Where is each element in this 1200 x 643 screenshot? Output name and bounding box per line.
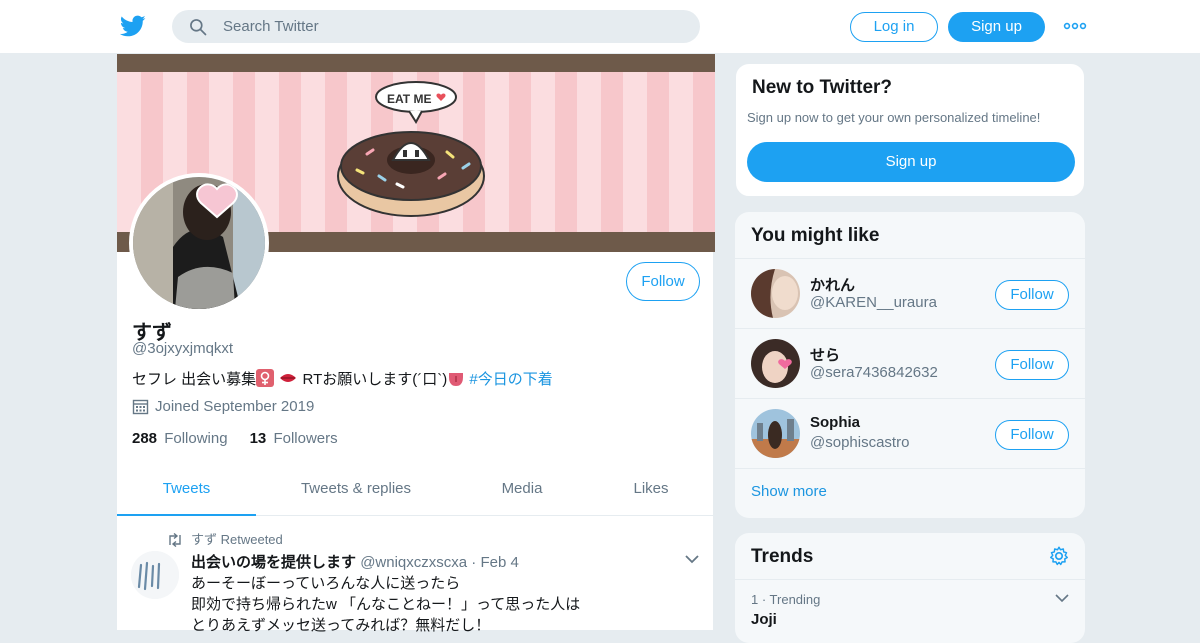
follow-button[interactable]: Follow [626,262,700,301]
suggestion-handle[interactable]: @sera7436842632 [810,364,938,381]
search-input[interactable]: Search Twitter [223,18,319,35]
suggestion-follow-button[interactable]: Follow [995,420,1069,450]
followers-count: 13 [249,430,267,447]
profile-handle[interactable]: @3ojxyxjmqkxt [132,340,233,357]
calendar-icon [132,399,149,415]
suggestion-follow-button[interactable]: Follow [995,280,1069,310]
tab-tweets-and-replies[interactable]: Tweets & replies [281,466,431,516]
tweet-item[interactable]: すず Retweeted 出会いの場を提供します @wniqxczxscxa ·… [117,517,715,634]
show-more-link[interactable]: Show more [751,483,827,500]
retweet-icon [169,533,181,547]
search-box[interactable]: Search Twitter [172,10,700,43]
tweet-text-line: とりあえずメッセ送ってみれば？無料だし！ [191,617,491,634]
suggestion-avatar-image [751,409,800,458]
chevron-down-icon[interactable] [1055,593,1069,603]
bio-text: セフレ 出会い募集 [132,371,257,388]
tweet-author-handle[interactable]: @wniqxczxscxa [360,554,467,571]
banner-bubble-text: EAT ME [387,92,431,106]
kiss-mark-icon [280,374,297,382]
trend-name[interactable]: Joji [751,611,777,628]
you-might-like-title: You might like [751,225,880,246]
trends-card: Trends 1 · Trending Joji [735,533,1085,643]
tweet-author-avatar[interactable] [131,551,179,599]
retweet-context-text: すず Retweeted [191,532,283,547]
more-dots-icon[interactable] [1063,16,1087,36]
avatar-photo [133,177,265,309]
tab-likes[interactable]: Likes [611,466,691,516]
login-button[interactable]: Log in [850,12,938,42]
followers-label: Followers [273,430,338,447]
tweet-date[interactable]: Feb 4 [480,554,518,571]
new-to-twitter-card: New to Twitter? Sign up now to get your … [735,63,1085,197]
new-to-twitter-subtitle: Sign up now to get your own personalized… [747,110,1041,125]
suggestion-avatar[interactable] [751,339,800,388]
following-link[interactable]: 288 Following [132,430,228,447]
signup-button[interactable]: Sign up [948,12,1045,42]
joined-text: Joined September 2019 [155,398,315,415]
profile-column: EAT ME Follow すず @3ojxyxjmqkxt セフレ 出会い募集… [116,54,715,634]
suggestion-divider [735,468,1085,469]
following-count: 288 [132,430,158,447]
new-to-twitter-title: New to Twitter? [752,77,893,98]
suggestion-name[interactable]: Sophia [810,414,860,431]
suggestion-avatar[interactable] [751,409,800,458]
top-navigation-bar: Search Twitter Log in Sign up [0,0,1200,54]
following-label: Following [164,430,228,447]
search-icon [190,19,207,36]
gear-icon[interactable] [1048,545,1070,567]
joined-date: Joined September 2019 [132,398,314,415]
tab-media[interactable]: Media [477,466,567,516]
suggestion-avatar-image [751,339,800,388]
profile-bio: セフレ 出会い募集 RTお願いします(´口`) #今日の下着 [132,368,553,389]
tweet-separator: · [471,554,477,571]
trends-title: Trends [751,546,814,567]
profile-avatar[interactable] [129,173,269,313]
tweet-text-line: あーそーぼーっていろんな人に送ったら [191,575,461,592]
suggestion-name[interactable]: せら [810,344,840,365]
suggestion-name[interactable]: かれん [810,274,855,295]
profile-tabs: Tweets Tweets & replies Media Likes [117,466,715,516]
tweet-text-line: 即効で持ち帰られたw 「んなことねー！」って思った人は [191,596,581,613]
follow-counts: 288 Following 13 Followers [132,430,338,447]
bio-text-2: RTお願いします(´口`) [302,371,448,388]
tongue-icon [449,373,464,386]
bio-hashtag-link[interactable]: #今日の下着 [469,371,552,388]
suggestion-item[interactable]: せら @sera7436842632 Follow [735,328,1085,398]
tweet-text: あーそーぼーっていろんな人に送ったら 即効で持ち帰られたw 「んなことねー！」っ… [191,573,580,636]
chevron-down-icon[interactable] [684,553,700,565]
twitter-bird-icon[interactable] [120,13,146,39]
suggestion-follow-button[interactable]: Follow [995,350,1069,380]
followers-link[interactable]: 13 Followers [250,430,338,447]
suggestion-handle[interactable]: @KAREN__uraura [810,294,937,311]
you-might-like-card: You might like かれん @KAREN__uraura Follow… [735,212,1085,518]
suggestion-avatar-image [751,269,800,318]
suggestion-avatar[interactable] [751,269,800,318]
sidebar-signup-button[interactable]: Sign up [747,142,1075,182]
tweet-avatar-image [131,551,179,599]
suggestion-item[interactable]: Sophia @sophiscastro Follow [735,398,1085,468]
trend-item[interactable]: 1 · Trending Joji [735,579,1085,639]
suggestion-item[interactable]: かれん @KAREN__uraura Follow [735,258,1085,328]
tab-tweets[interactable]: Tweets [117,466,256,516]
tweet-author-name[interactable]: 出会いの場を提供します [191,554,356,571]
female-sign-icon [256,369,275,387]
suggestion-handle[interactable]: @sophiscastro [810,434,909,451]
trend-meta: 1 · Trending [751,592,821,607]
retweet-context: すず Retweeted [167,529,283,548]
tweet-header: 出会いの場を提供します @wniqxczxscxa · Feb 4 [191,551,519,572]
